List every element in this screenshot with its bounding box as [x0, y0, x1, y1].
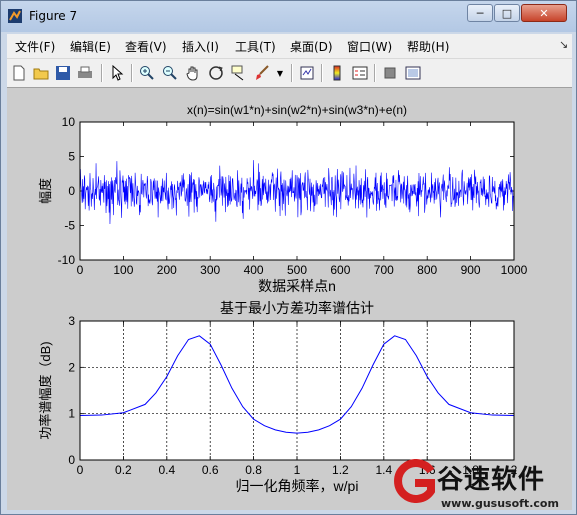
x-tick-label: 200	[157, 263, 177, 277]
minimize-button[interactable]: ─	[467, 4, 493, 22]
toolbar-separator	[291, 64, 293, 82]
show-plot-tools-icon	[405, 66, 421, 80]
edit-plot-button[interactable]	[107, 63, 127, 83]
menu-window[interactable]: 窗口(W)	[347, 38, 392, 55]
x-tick-label: 700	[374, 263, 394, 277]
link-plot-icon	[300, 66, 314, 80]
y-tick-label: 3	[68, 314, 75, 328]
x-tick-label: 1.2	[332, 463, 349, 477]
x-tick-label: 0.2	[115, 463, 132, 477]
figure-window: Figure 7 ─ □ ✕ 文件(F) 编辑(E) 查看(V) 插入(I) 工…	[0, 0, 577, 515]
data-cursor-icon	[231, 65, 244, 81]
new-figure-icon	[13, 65, 25, 81]
title-bar[interactable]: Figure 7 ─ □ ✕	[1, 1, 576, 32]
zoom-out-icon	[163, 66, 177, 80]
zoom-in-button[interactable]	[137, 63, 157, 83]
hide-plot-tools-icon	[384, 67, 396, 79]
y-axis-label: 功率谱幅度（dB)	[38, 341, 53, 439]
x-tick-label: 400	[244, 263, 264, 277]
show-plot-tools-button[interactable]	[403, 63, 423, 83]
rotate-3d-button[interactable]	[206, 63, 226, 83]
hide-plot-tools-button[interactable]	[380, 63, 400, 83]
x-tick-label: 1000	[501, 263, 528, 277]
link-plot-button[interactable]	[297, 63, 317, 83]
x-tick-label: 1.4	[375, 463, 392, 477]
legend-icon	[352, 66, 368, 80]
watermark-text: 谷速软件	[437, 465, 546, 495]
zoom-in-icon	[140, 66, 154, 80]
menu-bar: 文件(F) 编辑(E) 查看(V) 插入(I) 工具(T) 桌面(D) 窗口(W…	[7, 34, 572, 58]
y-tick-label: 10	[62, 115, 76, 129]
x-tick-label: 0	[77, 463, 84, 477]
x-tick-label: 0.8	[245, 463, 262, 477]
close-button[interactable]: ✕	[521, 4, 567, 22]
brush-button[interactable]	[252, 63, 272, 83]
brush-dropdown[interactable]: ▼	[275, 63, 285, 83]
watermark-logo	[394, 459, 435, 503]
menu-file[interactable]: 文件(F)	[15, 38, 55, 55]
y-tick-label: 0	[68, 184, 75, 198]
matlab-app-icon	[8, 9, 22, 23]
window-title: Figure 7	[29, 9, 78, 23]
save-button[interactable]	[53, 63, 73, 83]
x-tick-label: 900	[461, 263, 481, 277]
data-cursor-button[interactable]	[229, 63, 249, 83]
figure-plots: 0 100 200 300 400 500 600 700 800 900 1000-10-5051…	[38, 103, 528, 494]
y-tick-label: -5	[64, 219, 75, 233]
save-icon	[56, 66, 70, 80]
toolbar-separator	[374, 64, 376, 82]
figure-toolbar: ▼	[7, 58, 572, 88]
y-tick-label: 0	[68, 453, 75, 467]
colorbar-button[interactable]	[327, 63, 347, 83]
x-tick-label: 600	[330, 263, 350, 277]
chart-title: x(n)=sin(w1*n)+sin(w2*n)+sin(w3*n)+e(n)	[187, 103, 407, 117]
x-tick-label: 500	[287, 263, 307, 277]
colorbar-icon	[333, 65, 341, 81]
toolbar-separator	[101, 64, 103, 82]
brush-icon	[256, 65, 269, 80]
x-tick-label: 800	[417, 263, 437, 277]
maximize-icon: □	[501, 6, 513, 20]
x-tick-label: 0.4	[158, 463, 175, 477]
toolbar-separator	[321, 64, 323, 82]
print-button[interactable]	[75, 63, 95, 83]
menu-view[interactable]: 查看(V)	[125, 38, 167, 55]
chart-title: 基于最小方差功率谱估计	[220, 300, 374, 316]
close-icon: ✕	[539, 6, 549, 20]
legend-button[interactable]	[350, 63, 370, 83]
x-tick-label: 0.6	[202, 463, 219, 477]
pan-button[interactable]	[183, 63, 203, 83]
menu-help[interactable]: 帮助(H)	[407, 38, 449, 55]
y-tick-label: 2	[68, 360, 75, 374]
x-tick-label: 1	[294, 463, 301, 477]
x-tick-label: 0	[77, 263, 84, 277]
x-axis-label: 归一化角频率，w/pi	[236, 478, 359, 494]
minimize-icon: ─	[476, 6, 484, 20]
y-tick-label: 5	[68, 150, 75, 164]
dock-arrow-icon[interactable]: ↘	[559, 38, 568, 51]
x-axis-label: 数据采样点n	[258, 278, 336, 294]
open-file-button[interactable]	[31, 63, 51, 83]
menu-desktop[interactable]: 桌面(D)	[290, 38, 333, 55]
chevron-down-icon: ▼	[276, 68, 284, 78]
watermark-url: www.gususoft.com	[441, 497, 559, 510]
plot-area	[80, 122, 514, 260]
pointer-icon	[112, 65, 124, 81]
y-tick-label: -10	[58, 253, 76, 267]
menu-insert[interactable]: 插入(I)	[182, 38, 219, 55]
menu-edit[interactable]: 编辑(E)	[70, 38, 111, 55]
y-axis-label: 幅度	[38, 178, 53, 204]
pan-hand-icon	[186, 66, 198, 81]
maximize-button[interactable]: □	[494, 4, 520, 22]
y-tick-label: 1	[68, 407, 75, 421]
x-tick-label: 300	[200, 263, 220, 277]
x-tick-label: 100	[113, 263, 133, 277]
rotate-3d-icon	[209, 66, 223, 80]
new-figure-button[interactable]	[9, 63, 29, 83]
zoom-out-button[interactable]	[160, 63, 180, 83]
open-file-icon	[33, 68, 49, 80]
menu-tools[interactable]: 工具(T)	[235, 38, 276, 55]
print-icon	[78, 66, 92, 78]
toolbar-separator	[131, 64, 133, 82]
